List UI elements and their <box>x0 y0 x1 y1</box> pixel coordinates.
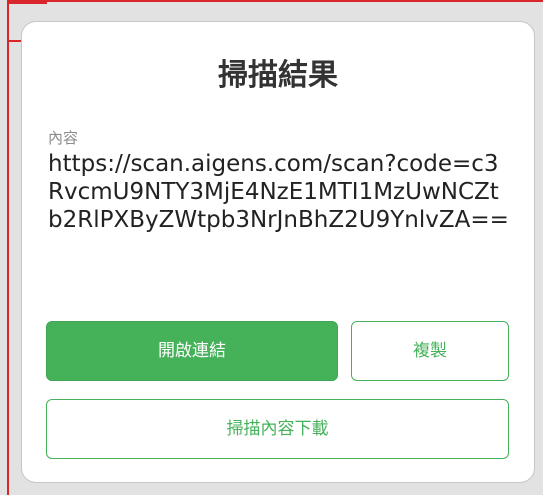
edge-marker-corner <box>7 0 47 4</box>
download-content-button-label: 掃描內容下載 <box>226 419 329 439</box>
content-label: 內容 <box>48 129 79 147</box>
download-content-button[interactable]: 掃描內容下載 <box>46 399 509 459</box>
edge-marker-top <box>8 0 543 2</box>
open-link-button[interactable]: 開啟連結 <box>46 321 338 381</box>
edge-marker-left <box>7 0 9 495</box>
dialog-title: 掃描結果 <box>218 58 338 93</box>
copy-button[interactable]: 複製 <box>351 321 509 381</box>
copy-button-label: 複製 <box>413 341 447 361</box>
content-value: https://scan.aigens.com/scan?code=c3Rvcm… <box>48 151 509 233</box>
open-link-button-label: 開啟連結 <box>158 341 226 361</box>
scan-result-dialog: 掃描結果 內容 https://scan.aigens.com/scan?cod… <box>22 22 534 482</box>
